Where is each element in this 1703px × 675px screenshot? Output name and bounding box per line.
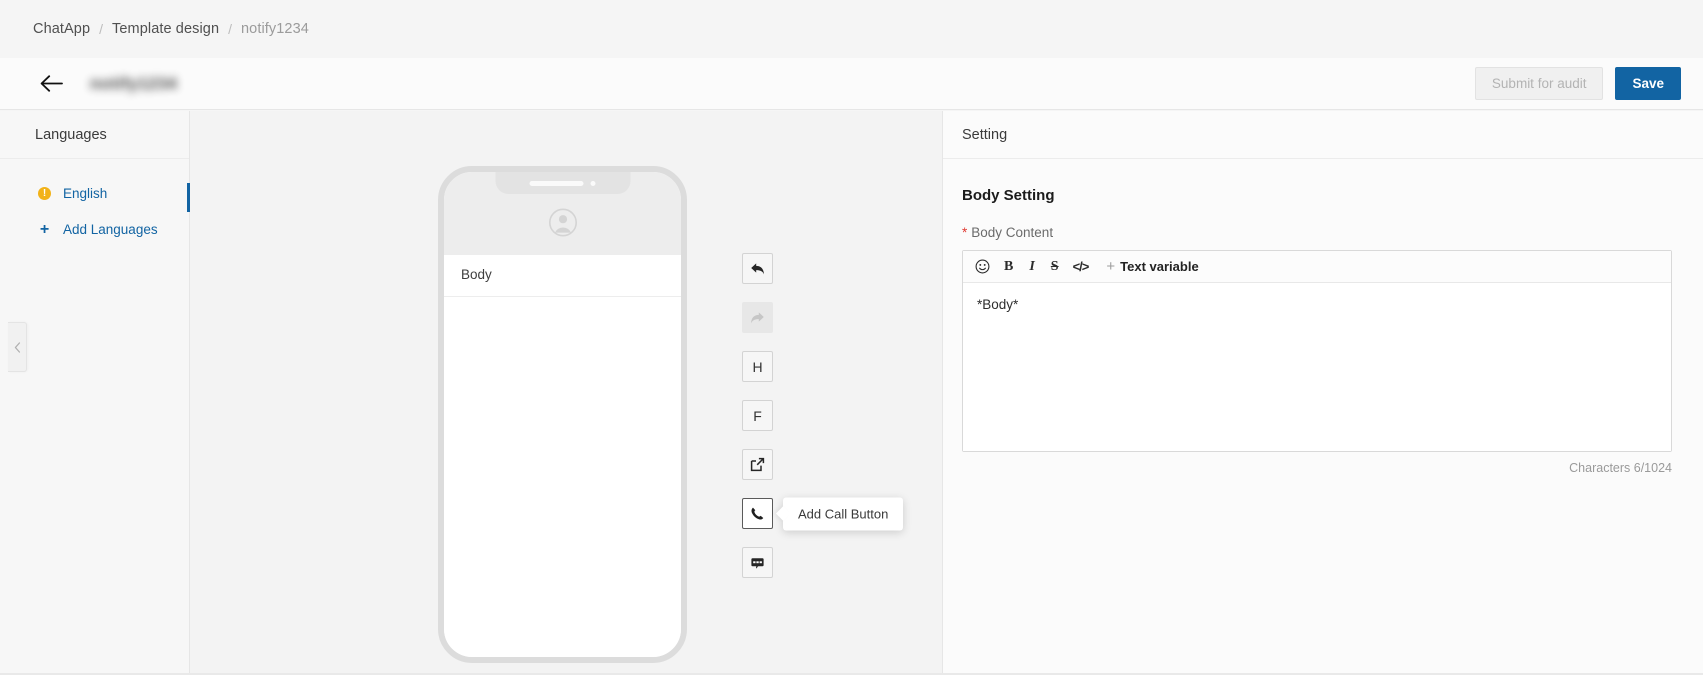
language-label: English: [63, 185, 108, 201]
add-header-button[interactable]: H: [742, 351, 773, 382]
arrow-left-icon: [40, 75, 63, 92]
add-languages-label: Add Languages: [63, 221, 158, 237]
user-avatar-icon: [548, 208, 577, 237]
character-counter: Characters 6/1024: [1569, 461, 1672, 475]
add-footer-button[interactable]: F: [742, 400, 773, 431]
text-variable-label: Text variable: [1120, 259, 1199, 274]
emoji-smiley-icon[interactable]: [975, 256, 990, 278]
back-button[interactable]: [36, 69, 66, 99]
warning-icon: !: [38, 186, 51, 200]
phone-notch: [495, 172, 630, 194]
add-forward-button: [742, 302, 773, 333]
code-button[interactable]: </>: [1073, 256, 1090, 278]
breadcrumb-item-chatapp[interactable]: ChatApp: [33, 21, 90, 37]
forward-arrow-icon: [750, 311, 765, 325]
body-setting-title: Body Setting: [962, 187, 1055, 204]
breadcrumb-separator: /: [99, 21, 104, 37]
breadcrumb-separator: /: [228, 21, 233, 37]
component-toolbar: H F Add Call Button: [742, 253, 904, 578]
bold-button[interactable]: B: [1004, 256, 1013, 278]
add-quick-reply-button[interactable]: [742, 547, 773, 578]
setting-panel-title: Setting: [943, 111, 1703, 159]
page-title-container: notify1234: [90, 71, 177, 97]
page-title: notify1234: [90, 73, 178, 93]
body-content-label-text: Body Content: [971, 225, 1054, 240]
chevron-left-icon: [14, 341, 21, 353]
body-content-input[interactable]: *Body*: [963, 283, 1671, 451]
sidebar-item-english[interactable]: ! English: [0, 175, 189, 211]
languages-list: ! English + Add Languages: [0, 159, 189, 247]
languages-panel-title: Languages: [0, 111, 189, 159]
phone-icon: [750, 506, 765, 521]
add-call-button[interactable]: Add Call Button: [742, 497, 904, 530]
reply-arrow-icon: [750, 262, 765, 276]
phone-screen: Body: [444, 255, 681, 657]
phone-top-bar: [444, 172, 681, 255]
add-reply-button[interactable]: [742, 253, 773, 284]
setting-panel: Setting Body Setting * Body Content B I …: [943, 111, 1703, 675]
preview-body-divider: [444, 296, 681, 297]
required-asterisk: *: [962, 225, 968, 240]
header-actions: Submit for audit Save: [1474, 67, 1681, 100]
submit-for-audit-button[interactable]: Submit for audit: [1474, 67, 1604, 100]
template-design-page: ChatApp / Template design / notify1234 n…: [0, 0, 1703, 675]
preview-body-text: Body: [461, 267, 492, 282]
phone-camera: [590, 180, 596, 186]
editor-toolbar: B I S </> + Text variable: [963, 251, 1671, 283]
breadcrumb: ChatApp / Template design / notify1234: [0, 0, 1703, 58]
plus-icon: +: [39, 220, 50, 238]
breadcrumb-item-current: notify1234: [241, 21, 309, 37]
italic-button[interactable]: I: [1027, 256, 1036, 278]
setting-panel-body: Body Setting * Body Content B I S </> + …: [943, 159, 1703, 475]
sidebar-collapse-handle[interactable]: [8, 322, 27, 372]
breadcrumb-item-template-design[interactable]: Template design: [112, 21, 219, 37]
add-url-button[interactable]: [742, 449, 773, 480]
preview-canvas: Body H F Add Call Button: [190, 111, 943, 675]
languages-panel: Languages ! English + Add Languages: [0, 111, 190, 675]
strikethrough-button[interactable]: S: [1051, 256, 1059, 278]
tooltip-add-call-button: Add Call Button: [783, 497, 904, 530]
page-header: notify1234 Submit for audit Save: [0, 58, 1703, 110]
chat-bubble-icon: [750, 556, 765, 570]
main-content: Languages ! English + Add Languages Body…: [0, 111, 1703, 675]
plus-icon: +: [1106, 258, 1116, 275]
save-button[interactable]: Save: [1615, 67, 1681, 100]
add-text-variable-button[interactable]: + Text variable: [1106, 259, 1198, 274]
phone-speaker: [529, 180, 584, 186]
add-languages-button[interactable]: + Add Languages: [0, 211, 189, 247]
external-link-icon: [750, 457, 765, 472]
body-content-editor: B I S </> + Text variable *Body*: [962, 250, 1672, 452]
phone-preview: Body: [438, 166, 687, 663]
body-content-label: * Body Content: [962, 225, 1672, 240]
